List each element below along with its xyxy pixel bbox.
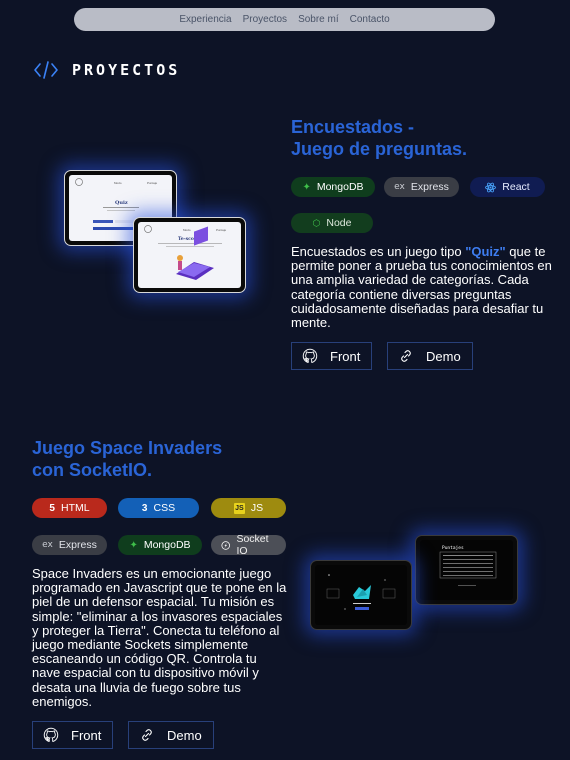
nav-item-contacto[interactable]: Contacto: [350, 14, 390, 25]
project-2-title-line1: Juego Space Invaders: [32, 438, 223, 458]
project-1-title: Encuestados - Juego de preguntas.: [291, 116, 551, 160]
tag-socketio: Socket IO: [211, 533, 286, 557]
link-icon: [401, 350, 411, 362]
project-1-description: Encuestados es un juego tipo "Quiz" que …: [291, 244, 553, 330]
quiz-heading: Quiz: [115, 200, 128, 206]
project-2-title: Juego Space Invaders con SocketIO.: [32, 437, 292, 481]
tag-label: CSS: [153, 502, 176, 514]
tag-label: Express: [58, 539, 97, 551]
github-icon: [43, 727, 59, 742]
top-navbar: Experiencia Proyectos Sobre mí Contacto: [74, 8, 495, 31]
express-ex-icon: ex: [394, 182, 405, 192]
tag-label: JS: [250, 502, 264, 514]
tag-label: MongoDB: [143, 539, 191, 551]
scores-screen-graphic: Puntajes: [439, 545, 497, 586]
nav-item-sobre-mi[interactable]: Sobre mí: [298, 14, 339, 25]
tag-express: ex Express: [384, 177, 459, 197]
nav-item-experiencia[interactable]: Experiencia: [179, 14, 231, 25]
description-text: Encuestados es un juego tipo: [291, 244, 466, 259]
javascript-icon: JS: [233, 502, 245, 514]
score-nav-a: Modo: [183, 228, 191, 232]
tag-express: ex Express: [32, 535, 107, 555]
score-screen-graphic: Modo Puntaje Te-score: [144, 225, 227, 280]
project-2-description: Space Invaders es un emocionante juego p…: [32, 566, 287, 709]
section-title: PROYECTOS: [72, 61, 181, 79]
css3-icon: 3: [141, 502, 148, 514]
demo-button-label: Demo: [167, 727, 202, 743]
node-hexagon-icon: ⬡: [312, 217, 321, 228]
link-icon: [142, 729, 152, 741]
tag-css: 3 CSS: [118, 498, 199, 518]
demo-button-label: Demo: [426, 348, 461, 364]
space-invaders-mockup-tablet-right: Puntajes: [415, 535, 518, 605]
front-button-label: Front: [71, 727, 102, 743]
tag-mongodb: ✦ MongoDB: [291, 177, 375, 197]
project-1-title-line1: Encuestados -: [291, 117, 415, 137]
scores-mockup-screen: Puntajes: [420, 540, 513, 600]
quiz-mockup-tablet-front: Modo Puntaje Te-score: [133, 217, 246, 293]
tag-label: MongoDB: [316, 181, 364, 193]
tag-js: JS JS: [211, 498, 286, 518]
quiz-nav-b: Puntaje: [147, 181, 158, 185]
game-screen-graphic: [326, 574, 396, 610]
tag-label: HTML: [60, 502, 90, 514]
project-2-front-button[interactable]: Front: [32, 721, 113, 749]
scores-heading: Puntajes: [442, 545, 464, 551]
tag-html: 5 HTML: [32, 498, 107, 518]
mongodb-leaf-icon: ✦: [129, 539, 138, 551]
section-header: PROYECTOS: [33, 60, 180, 80]
express-ex-icon: ex: [42, 540, 53, 550]
project-2-demo-button[interactable]: Demo: [128, 721, 214, 749]
tag-label: Express: [410, 181, 449, 193]
tag-label: Node: [326, 217, 352, 229]
description-highlight: "Quiz": [465, 244, 506, 259]
quiz-nav-a: Modo: [114, 181, 122, 185]
tag-mongodb: ✦ MongoDB: [118, 535, 202, 555]
tag-label: Socket IO: [236, 533, 269, 557]
html5-icon: 5: [49, 502, 55, 514]
mongodb-leaf-icon: ✦: [302, 181, 311, 193]
project-1-title-line2: Juego de preguntas.: [291, 139, 468, 159]
score-nav-b: Puntaje: [216, 228, 227, 232]
front-button-label: Front: [330, 348, 361, 364]
game-mockup-screen: [315, 565, 407, 625]
tag-label: React: [502, 181, 530, 193]
space-invaders-mockup-tablet-left: [310, 560, 412, 630]
socketio-icon: [221, 540, 230, 550]
project-1-front-button[interactable]: Front: [291, 342, 372, 370]
project-1-demo-button[interactable]: Demo: [387, 342, 473, 370]
project-2-title-line2: con SocketIO.: [32, 460, 153, 480]
nav-item-proyectos[interactable]: Proyectos: [243, 14, 287, 25]
react-atom-icon: [485, 182, 497, 192]
code-icon: [34, 61, 58, 79]
github-icon: [302, 348, 318, 363]
tag-node: ⬡ Node: [291, 213, 373, 233]
score-mockup-screen: Modo Puntaje Te-score: [138, 222, 241, 288]
tag-react: React: [470, 177, 545, 197]
